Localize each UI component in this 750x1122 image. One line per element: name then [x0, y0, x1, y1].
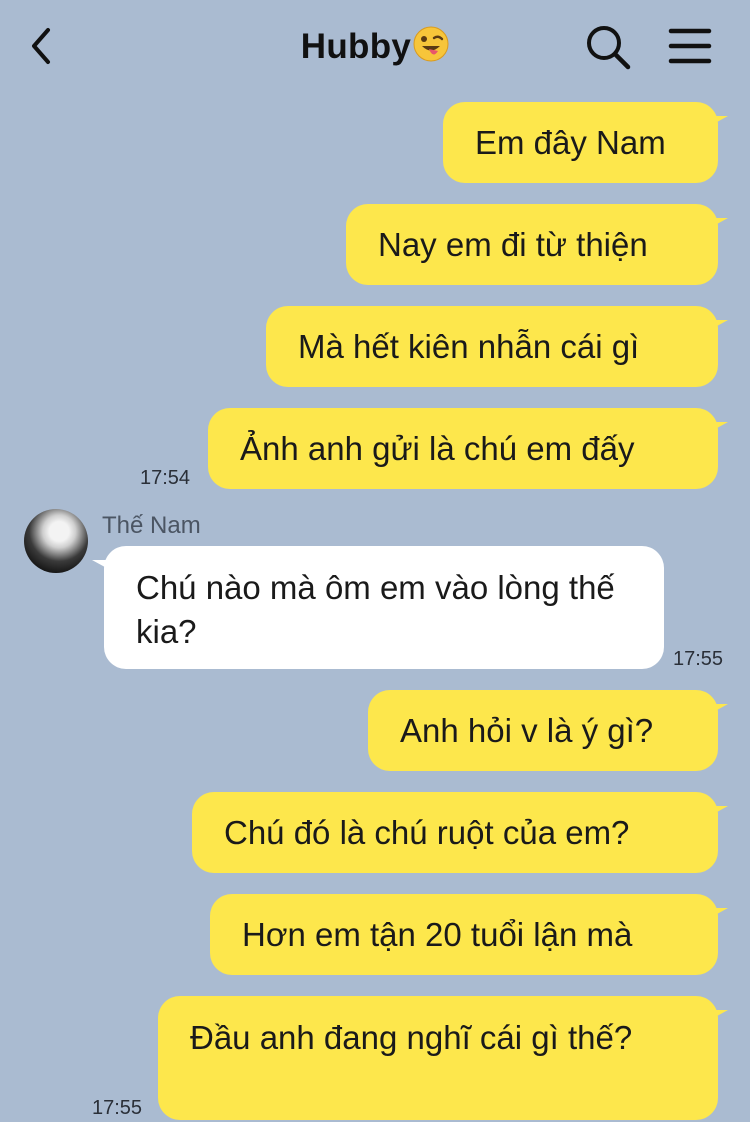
bubble-tail	[706, 218, 728, 230]
chat-title-text: Hubby	[300, 27, 412, 66]
hamburger-menu-icon[interactable]	[668, 26, 712, 66]
message-text: Chú nào mà ôm em vào lòng thế kia?	[136, 569, 615, 650]
message-bubble-sent[interactable]: Em đây Nam	[443, 102, 718, 183]
message-text: Nay em đi từ thiện	[378, 225, 648, 263]
message-bubble-sent[interactable]: Hơn em tận 20 tuổi lận mà	[210, 894, 718, 975]
message-text: Chú đó là chú ruột của em?	[224, 813, 630, 851]
message-bubble-sent[interactable]: Anh hỏi v là ý gì?	[368, 690, 718, 771]
message-bubble-sent[interactable]: Đầu anh đang nghĩ cái gì thế?	[158, 996, 718, 1120]
bubble-tail	[706, 422, 728, 434]
bubble-tail	[706, 320, 728, 332]
message-timestamp: 17:55	[673, 648, 724, 670]
bubble-tail	[706, 908, 728, 920]
message-text: Anh hỏi v là ý gì?	[400, 711, 654, 749]
sender-name: Thế Nam	[102, 512, 201, 539]
message-bubble-sent[interactable]: Mà hết kiên nhẫn cái gì	[266, 306, 718, 387]
winking-tongue-emoji-icon	[413, 26, 449, 71]
message-text: Em đây Nam	[475, 123, 666, 161]
chat-header: Hubby	[0, 0, 750, 94]
bubble-tail	[706, 704, 728, 716]
bubble-tail	[706, 116, 728, 128]
search-icon[interactable]	[584, 24, 632, 70]
message-bubble-sent[interactable]: Ảnh anh gửi là chú em đấy	[208, 408, 718, 489]
chat-title: Hubby	[0, 26, 750, 71]
message-bubble-sent[interactable]: Chú đó là chú ruột của em?	[192, 792, 718, 873]
message-bubble-sent[interactable]: Nay em đi từ thiện	[346, 204, 718, 285]
message-text: Đầu anh đang nghĩ cái gì thế?	[190, 1019, 633, 1056]
message-timestamp: 17:55	[92, 1097, 143, 1119]
bubble-tail	[706, 806, 728, 818]
bubble-tail	[706, 1010, 728, 1022]
message-timestamp: 17:54	[140, 467, 191, 489]
message-text: Ảnh anh gửi là chú em đấy	[240, 429, 635, 467]
message-bubble-received[interactable]: Chú nào mà ôm em vào lòng thế kia?	[104, 546, 664, 669]
avatar[interactable]	[24, 509, 88, 573]
message-text: Hơn em tận 20 tuổi lận mà	[242, 915, 633, 953]
message-text: Mà hết kiên nhẫn cái gì	[298, 327, 640, 365]
